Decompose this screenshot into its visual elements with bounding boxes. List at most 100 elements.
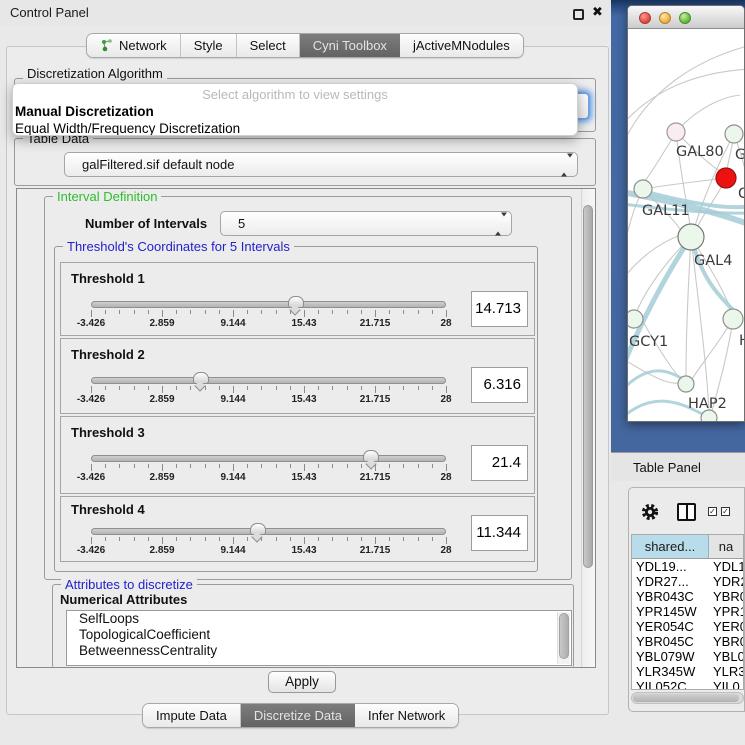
column-layout-icon[interactable]	[677, 503, 696, 521]
tab-infer-network[interactable]: Infer Network	[355, 704, 458, 727]
minor-tick	[276, 537, 277, 541]
table-row[interactable]: YDR27...YDR2	[632, 574, 743, 589]
tab-impute-data[interactable]: Impute Data	[143, 704, 241, 727]
tab-discretize-data[interactable]: Discretize Data	[241, 704, 355, 727]
tab-jactivemnodules[interactable]: jActiveMNodules	[400, 34, 523, 57]
combo-stepper-icon	[561, 157, 568, 172]
network-edge[interactable]	[643, 179, 717, 189]
cell-shared-name[interactable]: YBR045C	[632, 634, 709, 649]
network-node-selected-red-node[interactable]	[716, 168, 736, 188]
table-row[interactable]: YPR145WYPR1	[632, 604, 743, 619]
horizontal-scrollbar-thumb[interactable]	[633, 694, 739, 702]
apply-button[interactable]: Apply	[268, 671, 336, 693]
vertical-scrollbar-thumb[interactable]	[583, 205, 593, 568]
slider-thumb[interactable]	[193, 372, 209, 384]
cell-shared-name[interactable]: YLR345W	[632, 664, 709, 679]
cell-name[interactable]: YBL0	[709, 649, 743, 664]
table-header-shared-name[interactable]: shared...	[632, 535, 709, 558]
tab-style[interactable]: Style	[181, 34, 237, 57]
cell-shared-name[interactable]: YBR043C	[632, 589, 709, 604]
minor-tick	[318, 537, 319, 541]
table-row[interactable]: YDL19...YDL1	[632, 559, 743, 574]
network-node-HAP2-node[interactable]	[678, 376, 694, 392]
tick-label: -3.426	[77, 472, 105, 483]
minor-tick	[347, 386, 348, 390]
network-edge[interactable]	[692, 319, 733, 379]
threshold-value-field[interactable]: 14.713	[471, 291, 528, 327]
network-edge[interactable]	[628, 69, 745, 124]
network-node-GCY1-node[interactable]	[628, 310, 643, 328]
cell-name[interactable]: YER0	[709, 619, 743, 634]
checkbox-icon[interactable]: ✓	[708, 507, 717, 516]
cell-name[interactable]: YDL1	[709, 559, 743, 574]
minor-tick	[148, 537, 149, 541]
cell-name[interactable]: YDR2	[709, 574, 743, 589]
mac-close-icon[interactable]	[639, 12, 651, 24]
cell-shared-name[interactable]: YBL079W	[632, 649, 709, 664]
threshold-value-field[interactable]: 21.4	[471, 445, 528, 481]
table-row[interactable]: YIL052CYIL0	[632, 679, 743, 690]
slider-thumb[interactable]	[288, 296, 304, 308]
cell-shared-name[interactable]: YER054C	[632, 619, 709, 634]
mac-minimize-icon[interactable]	[659, 12, 671, 24]
attribute-list-item[interactable]: TopologicalCoefficient	[67, 627, 571, 643]
slider-thumb[interactable]	[250, 523, 266, 535]
tab-select[interactable]: Select	[237, 34, 300, 57]
cell-name[interactable]: YLR3	[709, 664, 743, 679]
slider-track[interactable]	[91, 377, 446, 384]
table-row[interactable]: YER054CYER0	[632, 619, 743, 634]
network-node-H-node[interactable]	[723, 309, 743, 329]
minor-tick	[389, 464, 390, 468]
tab-cyni-toolbox[interactable]: Cyni Toolbox	[300, 34, 400, 57]
table-row[interactable]: YBR045CYBR0	[632, 634, 743, 649]
numerical-attributes-label: Numerical Attributes	[60, 592, 187, 607]
network-edge[interactable]	[686, 237, 691, 376]
network-graph[interactable]: GAL80GACGAL11GAL4GCY1HHAP2	[628, 29, 745, 422]
table-data-combobox[interactable]: galFiltered.sif default node	[64, 152, 578, 177]
network-node-top-right-node[interactable]	[725, 125, 743, 143]
cell-name[interactable]: YPR1	[709, 604, 743, 619]
threshold-value-field[interactable]: 11.344	[471, 515, 528, 551]
algorithm-option[interactable]: Manual Discretization	[13, 103, 577, 120]
minor-tick	[332, 537, 333, 541]
table-row[interactable]: YBL079WYBL0	[632, 649, 743, 664]
number-of-intervals-combobox[interactable]: 5	[220, 211, 512, 236]
slider-track[interactable]	[91, 301, 446, 308]
tab-label: Select	[250, 38, 286, 53]
minor-tick	[276, 464, 277, 468]
major-tick	[233, 310, 234, 317]
tab-network[interactable]: Network	[87, 34, 181, 57]
cell-name[interactable]: YIL0	[709, 679, 743, 690]
slider-thumb[interactable]	[363, 450, 379, 462]
mac-zoom-icon[interactable]	[679, 12, 691, 24]
float-window-icon[interactable]	[573, 9, 584, 20]
horizontal-scrollbar-track[interactable]	[631, 692, 744, 704]
threshold-value-field[interactable]: 6.316	[471, 367, 528, 403]
network-node-GAL11-node[interactable]	[634, 180, 652, 198]
slider-track[interactable]	[91, 528, 446, 535]
network-canvas[interactable]: GAL80GACGAL11GAL4GCY1HHAP2	[628, 29, 745, 422]
network-node-GAL80-node[interactable]	[667, 123, 685, 141]
cell-shared-name[interactable]: YPR145W	[632, 604, 709, 619]
table-row[interactable]: YLR345WYLR3	[632, 664, 743, 679]
gear-icon[interactable]	[640, 502, 660, 522]
cell-name[interactable]: YBR0	[709, 589, 743, 604]
minor-tick	[418, 537, 419, 541]
cell-shared-name[interactable]: YDR27...	[632, 574, 709, 589]
table-header-name[interactable]: na	[709, 535, 743, 558]
attribute-list-item[interactable]: BetweennessCentrality	[67, 643, 571, 659]
slider-track[interactable]	[91, 455, 446, 462]
cyni-mode-tabbar: Impute DataDiscretize DataInfer Network	[142, 703, 459, 728]
cell-name[interactable]: YBR0	[709, 634, 743, 649]
close-icon[interactable]: ✖	[592, 4, 603, 20]
cell-shared-name[interactable]: YIL052C	[632, 679, 709, 690]
algorithm-option[interactable]: Equal Width/Frequency Discretization	[13, 120, 577, 136]
attribute-list-item[interactable]: SelfLoops	[67, 611, 571, 627]
minor-tick	[134, 310, 135, 314]
control-panel-tabbar: NetworkStyle Select Cyni ToolboxjActiveMNo…	[86, 33, 524, 58]
cell-shared-name[interactable]: YDL19...	[632, 559, 709, 574]
list-scrollbar-thumb[interactable]	[559, 613, 569, 659]
checkbox-icon[interactable]: ✓	[721, 507, 730, 516]
table-row[interactable]: YBR043CYBR0	[632, 589, 743, 604]
network-node-GAL4-node[interactable]	[678, 224, 704, 250]
